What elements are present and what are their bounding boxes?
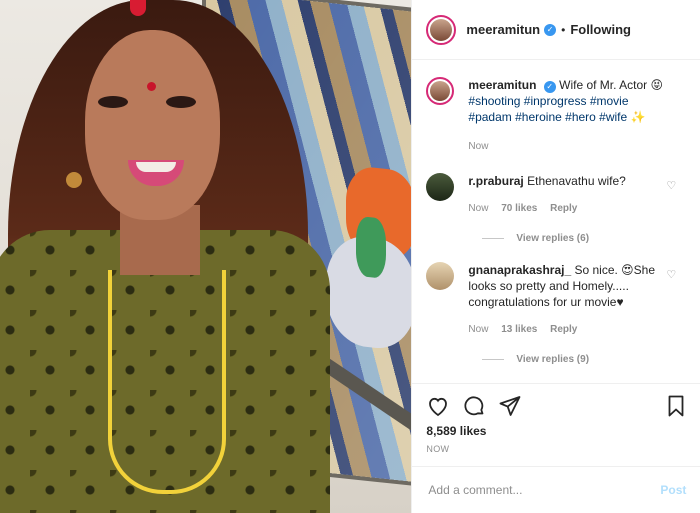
comment-time: Now: [468, 324, 489, 335]
caption-hashtags-line1[interactable]: #shooting #inprogress #movie: [468, 94, 628, 108]
comment-item: gnanaprakashraj_ So nice. 😍She looks so …: [412, 244, 700, 365]
photo-eye-right: [166, 96, 196, 108]
photo-bindi: [147, 82, 156, 91]
comment-likes[interactable]: 70 likes: [501, 203, 537, 214]
replies-line: [482, 238, 505, 239]
verified-check-icon: ✓: [543, 81, 556, 93]
photo-face: [85, 30, 220, 220]
reply-button[interactable]: Reply: [550, 203, 577, 214]
comment-item: r.praburaj Ethenavathu wife? Now 70 like…: [412, 155, 700, 244]
photo-lanyard: [108, 270, 226, 494]
post-time: NOW: [426, 444, 450, 454]
header-username[interactable]: meeramitun: [466, 22, 540, 37]
caption-username[interactable]: meeramitun: [468, 78, 536, 92]
photo-teeth: [136, 162, 176, 172]
share-icon[interactable]: [498, 394, 522, 418]
likes-count[interactable]: 8,589 likes: [412, 418, 700, 438]
comment-text: Ethenavathu wife?: [527, 174, 626, 188]
photo-sindoor: [130, 0, 146, 16]
following-button[interactable]: Following: [570, 22, 631, 37]
avatar[interactable]: [426, 14, 457, 45]
comments-list[interactable]: meeramitun ✓ Wife of Mr. Actor 😝 #shooti…: [412, 61, 700, 383]
comment-time: Now: [468, 203, 489, 214]
heart-icon[interactable]: [426, 394, 450, 418]
comment-username[interactable]: r.praburaj: [468, 174, 523, 188]
post-photo[interactable]: [0, 0, 412, 513]
caption-hashtags-line2[interactable]: #padam #heroine #hero #wife ✨: [468, 110, 645, 124]
caption-text: Wife of Mr. Actor 😝: [559, 78, 663, 92]
add-comment-bar: Post: [412, 466, 700, 513]
reply-button[interactable]: Reply: [550, 324, 577, 335]
commenter-avatar[interactable]: [426, 262, 455, 290]
post-button[interactable]: Post: [660, 483, 686, 497]
view-replies-button[interactable]: View replies (9): [482, 354, 686, 365]
view-replies-label: View replies (6): [516, 233, 590, 244]
caption: meeramitun ✓ Wife of Mr. Actor 😝 #shooti…: [412, 61, 700, 155]
caption-avatar[interactable]: [426, 77, 455, 105]
view-replies-button[interactable]: View replies (6): [482, 233, 686, 244]
replies-line: [482, 359, 505, 360]
photo-eye-left: [98, 96, 128, 108]
post-side-panel: meeramitun ✓ • Following meeramitun ✓ Wi…: [411, 0, 700, 513]
caption-time: Now: [468, 141, 489, 152]
bookmark-icon[interactable]: [664, 394, 688, 418]
post-header: meeramitun ✓ • Following: [412, 0, 700, 60]
comment-icon[interactable]: [462, 394, 486, 418]
comment-likes[interactable]: 13 likes: [501, 324, 537, 335]
verified-check-icon: ✓: [544, 23, 557, 36]
post-actions: 8,589 likes NOW: [412, 383, 700, 466]
header-separator: •: [561, 22, 566, 37]
commenter-avatar[interactable]: [426, 173, 455, 201]
photo-earring: [66, 172, 82, 188]
comment-input[interactable]: [426, 482, 661, 498]
view-replies-label: View replies (9): [516, 354, 590, 365]
comment-like-icon[interactable]: ♡: [666, 179, 678, 192]
comment-username[interactable]: gnanaprakashraj_: [468, 263, 571, 277]
instagram-post-view: meeramitun ✓ • Following meeramitun ✓ Wi…: [0, 0, 700, 513]
comment-like-icon[interactable]: ♡: [666, 268, 678, 281]
